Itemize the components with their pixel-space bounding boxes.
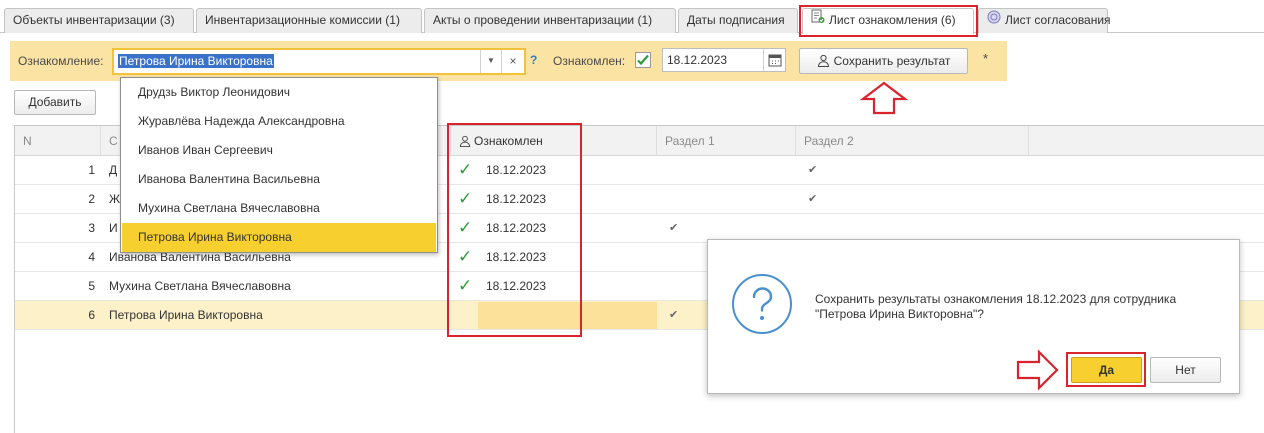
tab-label: Инвентаризационные комиссии (1) [205, 13, 400, 27]
acquaintance-employee-field[interactable]: Петрова Ирина Викторовна [112, 48, 526, 75]
tab-label: Даты подписания [687, 13, 785, 27]
calendar-button[interactable] [763, 49, 785, 71]
row-number: 5 [88, 279, 95, 293]
section2-check-icon[interactable]: ✔ [808, 185, 817, 214]
tab-acquaintance-sheet[interactable]: Лист ознакомления (6) [802, 8, 974, 34]
acquainted-date: 18.12.2023 [486, 163, 547, 177]
row-number: 1 [88, 163, 95, 177]
acquainted-check-icon: ✓ [458, 218, 473, 237]
acquainted-check-icon: ✓ [458, 247, 473, 266]
add-label: Добавить [28, 95, 82, 109]
employee-name: И [109, 221, 118, 235]
acquainted-edit-cell[interactable] [478, 302, 657, 329]
dropdown-item[interactable]: Иванова Валентина Васильевна [122, 165, 436, 194]
employee-name: Петрова Ирина Викторовна [109, 308, 263, 322]
column-header-n[interactable]: N [15, 126, 101, 156]
acquainted-date: 18.12.2023 [486, 192, 547, 206]
dropdown-item[interactable]: Мухина Светлана Вячеславовна [122, 194, 436, 223]
user-icon [459, 135, 471, 147]
acquaintance-employee-value: Петрова Ирина Викторовна [118, 54, 274, 68]
acquainted-date: 18.12.2023 [486, 279, 547, 293]
acquainted-date: 18.12.2023 [486, 250, 547, 264]
dialog-message-line1: Сохранить результаты ознакомления 18.12.… [815, 292, 1177, 306]
add-button[interactable]: Добавить [14, 90, 96, 115]
acquainted-checkbox[interactable] [635, 52, 651, 68]
save-result-label: Сохранить результат [833, 54, 951, 68]
section1-check-icon[interactable]: ✔ [669, 301, 678, 330]
document-check-icon [811, 9, 825, 32]
clear-field-button[interactable]: × [501, 50, 524, 73]
tab-inventory-objects[interactable]: Объекты инвентаризации (3) [4, 8, 194, 33]
help-link[interactable]: ? [530, 53, 537, 67]
tab-inventory-acts[interactable]: Акты о проведении инвентаризации (1) [424, 8, 676, 33]
tab-approval-sheet[interactable]: Лист согласования [978, 8, 1111, 33]
tab-label: Лист ознакомления (6) [829, 13, 956, 27]
dropdown-item-selected[interactable]: Петрова Ирина Викторовна [122, 223, 436, 252]
approval-circle-icon [987, 9, 1001, 32]
acquainted-date: 18.12.2023 [486, 221, 547, 235]
no-button[interactable]: Нет [1150, 357, 1221, 383]
save-result-button[interactable]: Сохранить результат [799, 48, 968, 74]
column-header-section2[interactable]: Раздел 2 [796, 126, 1029, 156]
column-header-acquainted[interactable]: Ознакомлен [451, 126, 657, 156]
acquainted-label: Ознакомлен: [553, 54, 626, 68]
acquaintance-label: Ознакомление: [18, 54, 104, 68]
section2-check-icon[interactable]: ✔ [808, 156, 817, 185]
dropdown-toggle-button[interactable]: ▼ [480, 50, 501, 73]
acquainted-check-icon: ✓ [458, 160, 473, 179]
tab-label: Лист согласования [1005, 13, 1111, 27]
tab-label: Объекты инвентаризации (3) [13, 13, 175, 27]
checkmark-icon [637, 54, 649, 66]
employee-name: Д [109, 163, 118, 177]
acquainted-check-icon: ✓ [458, 189, 473, 208]
user-icon [817, 54, 829, 67]
column-header-section1[interactable]: Раздел 1 [657, 126, 796, 156]
yes-label: Да [1098, 363, 1115, 377]
modified-indicator: * [983, 51, 989, 66]
chevron-down-icon: ▼ [487, 56, 495, 65]
question-icon [732, 274, 792, 334]
acquainted-check-icon: ✓ [458, 276, 473, 295]
row-number: 6 [88, 308, 95, 322]
section1-check-icon[interactable]: ✔ [669, 214, 678, 243]
employee-name: Ж [109, 192, 121, 206]
row-number: 4 [88, 250, 95, 264]
tab-label: Акты о проведении инвентаризации (1) [433, 13, 653, 27]
yes-button[interactable]: Да [1071, 357, 1142, 383]
employee-name: Мухина Светлана Вячеславовна [109, 279, 291, 293]
employee-dropdown-list: Друдзь Виктор Леонидович Журавлёва Надеж… [120, 77, 438, 253]
row-number: 3 [88, 221, 95, 235]
tab-inventory-commissions[interactable]: Инвентаризационные комиссии (1) [196, 8, 422, 33]
acquainted-header-label: Ознакомлен [474, 134, 543, 148]
dropdown-item[interactable]: Друдзь Виктор Леонидович [122, 78, 436, 107]
tab-signing-dates[interactable]: Даты подписания [678, 8, 798, 33]
date-value: 18.12.2023 [667, 53, 728, 67]
calendar-icon [768, 54, 782, 67]
dropdown-item[interactable]: Иванов Иван Сергеевич [122, 136, 436, 165]
confirm-dialog: Сохранить результаты ознакомления 18.12.… [707, 239, 1240, 394]
dialog-message-line2: "Петрова Ирина Викторовна"? [815, 307, 984, 321]
dropdown-item[interactable]: Журавлёва Надежда Александровна [122, 107, 436, 136]
close-icon: × [509, 54, 517, 68]
arrow-right-icon [1016, 349, 1059, 391]
arrow-up-icon [860, 81, 908, 115]
tab-bar: Объекты инвентаризации (3) Инвентаризаци… [0, 0, 1264, 34]
row-number: 2 [88, 192, 95, 206]
no-label: Нет [1175, 363, 1196, 377]
